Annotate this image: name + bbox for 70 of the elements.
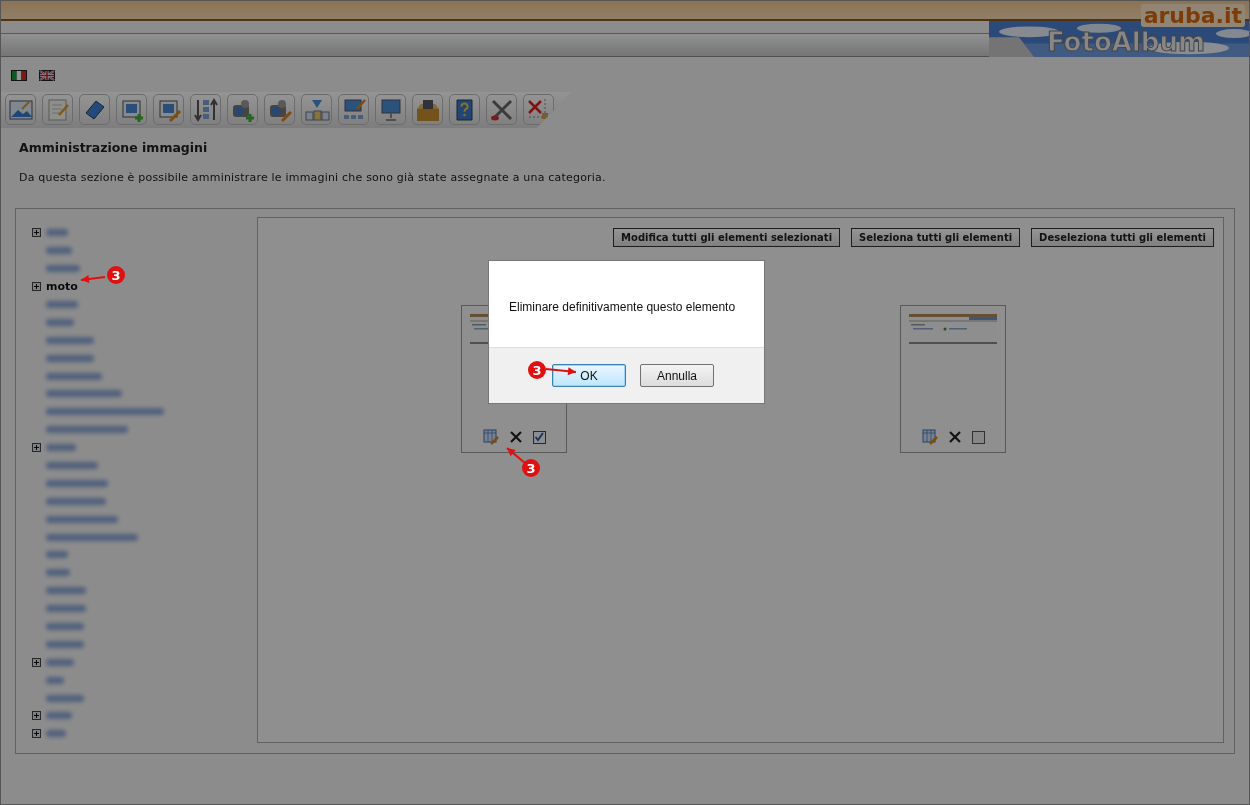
toolbar-button[interactable] xyxy=(486,94,517,125)
blurred-category-link[interactable] xyxy=(46,533,138,541)
action-button[interactable]: Modifica tutti gli elementi selezionati xyxy=(613,228,841,247)
check-icon xyxy=(534,432,544,442)
toolbar-button[interactable] xyxy=(190,94,221,125)
dialog-message: Eliminare definitivamente questo elemento xyxy=(509,300,736,314)
blurred-category-link[interactable] xyxy=(46,676,64,684)
toolbar-button[interactable] xyxy=(523,94,554,125)
checkbox[interactable] xyxy=(532,430,546,444)
blurred-category-link[interactable] xyxy=(46,336,94,344)
blurred-category-link[interactable] xyxy=(46,640,84,648)
blurred-category-link[interactable] xyxy=(46,354,94,362)
expand-icon[interactable] xyxy=(32,657,41,667)
blurred-category-link[interactable] xyxy=(46,551,68,559)
toolbar-button[interactable] xyxy=(79,94,110,125)
toolbar-button[interactable] xyxy=(449,94,480,125)
edit-icon[interactable] xyxy=(921,429,938,445)
expand-icon[interactable] xyxy=(32,443,41,453)
blurred-category-link[interactable] xyxy=(46,623,84,631)
blurred-category-link[interactable] xyxy=(46,658,74,666)
toolbar-button[interactable] xyxy=(5,94,36,125)
toolbar-button[interactable] xyxy=(375,94,406,125)
blurred-category-link[interactable] xyxy=(46,318,74,326)
edit-icon[interactable] xyxy=(482,429,499,445)
toolbar-button[interactable] xyxy=(264,94,295,125)
blurred-category-link[interactable] xyxy=(46,265,80,273)
toolbar-button[interactable] xyxy=(412,94,443,125)
expand-icon[interactable] xyxy=(32,729,41,739)
expand-icon[interactable] xyxy=(32,711,41,721)
delete-icon[interactable] xyxy=(947,430,962,444)
blurred-category-link[interactable] xyxy=(46,390,122,398)
page-description: Da questa sezione è possibile amministrare le immagini che sono già state assegnate a una categoria. xyxy=(19,171,607,184)
blurred-category-link[interactable] xyxy=(46,372,102,380)
blurred-category-link[interactable] xyxy=(46,605,86,613)
toolbar-button[interactable] xyxy=(116,94,147,125)
toolbar-button[interactable] xyxy=(227,94,258,125)
expand-icon[interactable] xyxy=(32,228,41,238)
delete-icon[interactable] xyxy=(508,430,523,444)
page-title: Amministrazione immagini xyxy=(19,140,209,155)
toolbar-button[interactable] xyxy=(301,94,332,125)
uk-flag-icon[interactable] xyxy=(39,69,55,81)
blurred-category-link[interactable] xyxy=(46,408,164,416)
italian-flag-icon[interactable] xyxy=(11,69,27,81)
blurred-category-link[interactable] xyxy=(46,712,72,720)
checkbox[interactable] xyxy=(971,430,985,444)
toolbar-button[interactable] xyxy=(42,94,73,125)
toolbar-button[interactable] xyxy=(338,94,369,125)
blurred-category-link[interactable] xyxy=(46,587,86,595)
blurred-category-link[interactable] xyxy=(46,730,66,738)
blurred-category-link[interactable] xyxy=(46,694,84,702)
action-button[interactable]: Deseleziona tutti gli elementi xyxy=(1031,228,1214,247)
blurred-category-link[interactable] xyxy=(46,229,68,237)
blurred-category-link[interactable] xyxy=(46,515,118,523)
blurred-category-link[interactable] xyxy=(46,444,76,452)
blurred-category-link[interactable] xyxy=(46,247,72,255)
brand-logo: aruba.it xyxy=(1140,4,1245,28)
action-button[interactable]: Seleziona tutti gli elementi xyxy=(851,228,1021,247)
blurred-category-link[interactable] xyxy=(46,497,106,505)
expand-icon[interactable] xyxy=(32,282,41,292)
blurred-category-link[interactable] xyxy=(46,462,98,469)
sort-icon xyxy=(192,96,219,123)
category-link[interactable]: moto xyxy=(46,280,78,294)
ok-button[interactable]: OK xyxy=(552,364,626,387)
app-logo: FotoAlbum xyxy=(1046,29,1205,55)
blurred-category-link[interactable] xyxy=(46,569,70,577)
cancel-button[interactable]: Annulla xyxy=(640,364,714,387)
blurred-category-link[interactable] xyxy=(46,426,128,434)
blurred-category-link[interactable] xyxy=(46,479,108,487)
blurred-category-link[interactable] xyxy=(46,301,78,308)
toolbar-button[interactable] xyxy=(153,94,184,125)
